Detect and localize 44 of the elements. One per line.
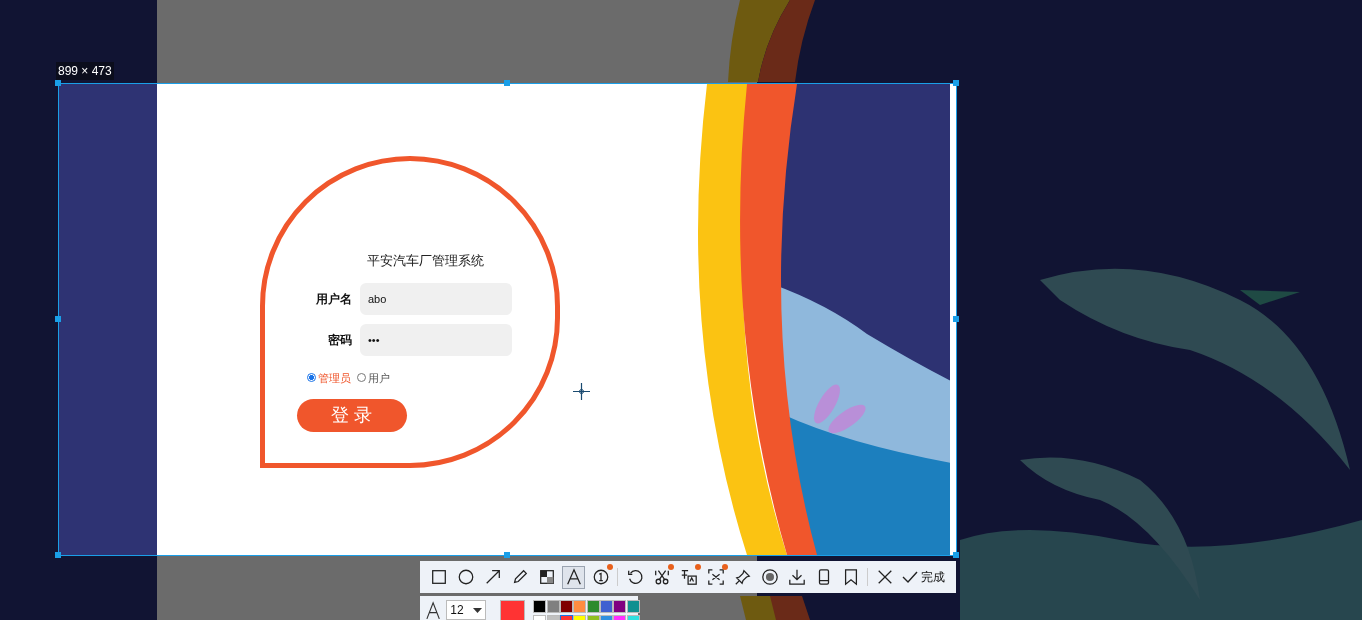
circle-icon: [456, 568, 475, 586]
role-radio[interactable]: 管理员: [307, 369, 351, 386]
pin-icon: [733, 568, 752, 586]
color-swatch[interactable]: [613, 600, 627, 613]
color-swatch[interactable]: [626, 600, 640, 613]
resize-handle[interactable]: [504, 80, 510, 86]
resize-handle[interactable]: [953, 552, 959, 558]
done-button[interactable]: 完成: [902, 568, 945, 586]
undo-icon: [625, 568, 644, 586]
rectangle-icon: [429, 568, 448, 586]
selection-area[interactable]: 平安汽车厂管理系统 用户名 abo 密码 ••• 管理员 用户 登 录: [58, 83, 957, 556]
letter-a-icon: [564, 568, 583, 586]
mosaic-icon: [537, 568, 556, 586]
resize-handle[interactable]: [55, 316, 61, 322]
color-swatch[interactable]: [586, 600, 600, 613]
field-label: 用户名: [315, 290, 352, 308]
toolbar-button[interactable]: [562, 565, 585, 589]
current-color-swatch[interactable]: [500, 600, 526, 620]
color-swatch[interactable]: [533, 600, 547, 613]
crosshair-icon: [573, 383, 590, 400]
resize-handle[interactable]: [504, 552, 510, 558]
resize-handle[interactable]: [55, 80, 61, 86]
scissors-icon: [652, 568, 671, 586]
checkmark-icon: [902, 570, 918, 584]
color-swatch[interactable]: [546, 600, 560, 613]
color-swatch[interactable]: [573, 600, 587, 613]
download-icon: [787, 568, 806, 586]
resize-handle[interactable]: [55, 552, 61, 558]
resize-handle[interactable]: [953, 80, 959, 86]
text-recognition-icon: [679, 568, 698, 586]
numbered-circle-icon: [591, 568, 610, 586]
record-icon: [760, 568, 779, 586]
caret-icon: [473, 607, 483, 613]
letter-a-icon: [426, 600, 441, 620]
login-title: 平安汽车厂管理系统: [366, 252, 484, 270]
role-radio[interactable]: 用户: [357, 369, 390, 386]
scan-frame-icon: [706, 568, 725, 586]
font-size-value: 12: [450, 602, 464, 619]
font-size-dropdown[interactable]: 12: [446, 600, 487, 620]
input-field[interactable]: abo: [360, 282, 512, 315]
field-label: 密码: [327, 331, 352, 349]
resize-handle[interactable]: [953, 316, 959, 322]
size-label: 899 × 473: [56, 62, 114, 80]
input-field[interactable]: •••: [360, 323, 512, 356]
